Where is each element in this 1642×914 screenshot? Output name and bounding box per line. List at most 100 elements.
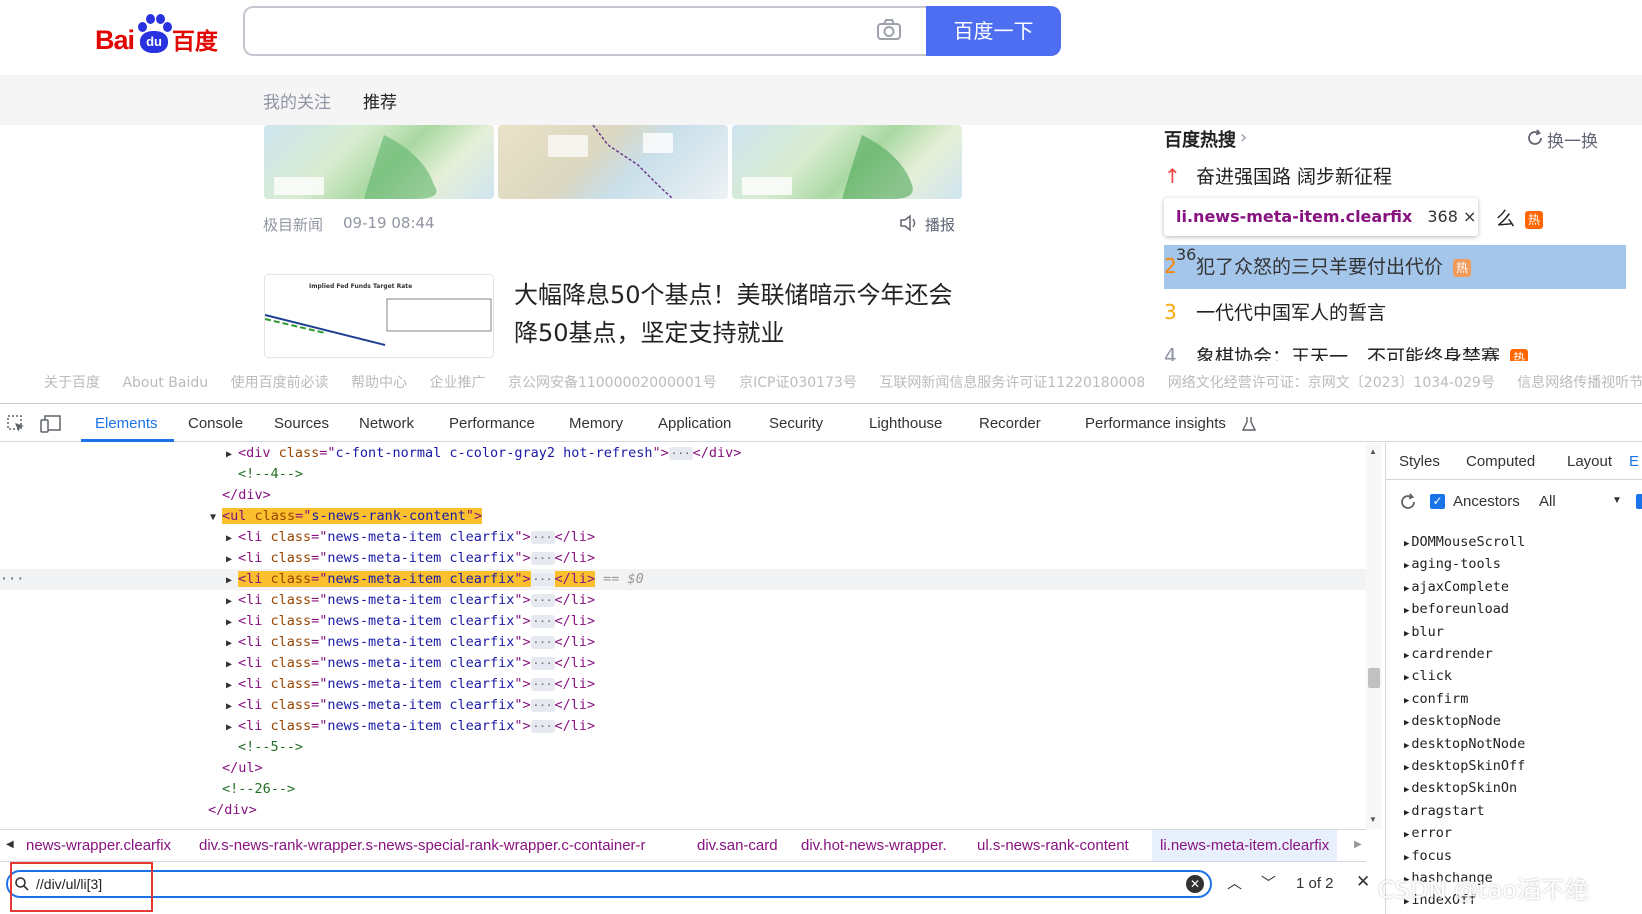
footer-link[interactable]: 使用百度前必读	[231, 375, 329, 391]
scroll-down-arrow-icon[interactable]: ▼	[1369, 815, 1377, 824]
clear-search-icon[interactable]: ✕	[1186, 875, 1204, 893]
expand-arrow-icon[interactable]: ▶	[1404, 651, 1409, 661]
search-button[interactable]: 百度一下	[926, 6, 1061, 56]
event-listener-item[interactable]: ▶ beforeunload	[1404, 601, 1509, 617]
find-input[interactable]: //div/ul/li[3] ✕	[6, 870, 1212, 898]
footer-link[interactable]: 京ICP证030173号	[739, 375, 857, 391]
expand-arrow-icon[interactable]: ▶	[1404, 741, 1409, 751]
baidu-logo[interactable]: Bai du 百度	[95, 8, 218, 54]
framework-listeners-checkbox[interactable]	[1636, 494, 1642, 509]
footer-link[interactable]: 帮助中心	[351, 375, 407, 391]
tab-network[interactable]: Network	[359, 415, 414, 432]
event-listener-item[interactable]: ▶ aging-tools	[1404, 556, 1501, 572]
hot-search-title[interactable]: 百度热搜	[1164, 126, 1236, 152]
tab-memory[interactable]: Memory	[569, 415, 623, 432]
tab-lighthouse[interactable]: Lighthouse	[869, 415, 942, 432]
dom-comment[interactable]: <!--5-->	[238, 737, 303, 758]
close-find-icon[interactable]: ✕	[1356, 872, 1370, 892]
footer-link[interactable]: 京公网安备11000002000001号	[508, 375, 717, 391]
news-headline[interactable]: 大幅降息50个基点！美联储暗示今年还会降50基点，坚定支持就业	[514, 276, 954, 352]
expand-arrow-icon[interactable]: ▶	[1404, 763, 1409, 773]
tab-recommended[interactable]: 推荐	[363, 88, 397, 113]
news-thumbnail-weather-map-2[interactable]	[732, 125, 962, 199]
breadcrumb-item[interactable]: div.san-card	[697, 837, 778, 854]
event-listener-item[interactable]: ▶ error	[1404, 825, 1452, 841]
dom-close-tag[interactable]: </ul>	[222, 758, 263, 779]
expand-arrow-icon[interactable]: ▶	[1404, 785, 1409, 795]
hot-item-2-highlighted[interactable]: 2 犯了众怒的三只羊要付出代价热	[1164, 245, 1626, 289]
refresh-icon[interactable]	[1526, 129, 1544, 147]
breadcrumb-item-active[interactable]: li.news-meta-item.clearfix	[1152, 830, 1338, 861]
inspect-element-icon[interactable]	[6, 414, 26, 434]
expand-arrow-icon[interactable]: ▶	[1404, 830, 1409, 840]
collapse-arrow-icon[interactable]: ▼	[210, 507, 222, 528]
chevron-down-icon[interactable]: ▼	[1612, 495, 1622, 506]
expand-arrow-icon[interactable]: ▶	[1404, 629, 1409, 639]
dom-node-li[interactable]: ▶ <li class="news-meta-item clearfix"> ···…	[226, 632, 595, 653]
footer-link[interactable]: 企业推广	[430, 375, 486, 391]
event-listener-item[interactable]: ▶ desktopSkinOn	[1404, 780, 1517, 796]
device-toolbar-icon[interactable]	[40, 414, 62, 434]
news-source[interactable]: 极目新闻	[263, 214, 323, 235]
tab-elements[interactable]: Elements	[95, 415, 158, 432]
expand-arrow-icon[interactable]: ▶	[1404, 808, 1409, 818]
hot-item-pinned[interactable]: ↑ 奋进强国路 阔步新征程	[1164, 155, 1626, 197]
tab-computed[interactable]: Computed	[1466, 453, 1535, 470]
breadcrumb-item[interactable]: div.hot-news-wrapper.	[801, 837, 947, 854]
tab-performance-insights[interactable]: Performance insights	[1085, 415, 1226, 432]
dom-comment[interactable]: <!--4-->	[238, 464, 303, 485]
speaker-icon[interactable]	[899, 214, 919, 232]
dom-close-tag[interactable]: </div>	[208, 800, 257, 821]
dom-node-li[interactable]: ▶ <li class="news-meta-item clearfix"> ···…	[226, 611, 595, 632]
event-listener-item[interactable]: ▶ focus	[1404, 848, 1452, 864]
footer-link[interactable]: 互联网新闻信息服务许可证11220180008	[879, 375, 1145, 391]
breadcrumb-scroll-right-icon[interactable]: ▶	[1354, 839, 1362, 850]
dom-node-li[interactable]: ▶ <li class="news-meta-item clearfix"> ···…	[226, 653, 595, 674]
tab-event-listeners[interactable]: E	[1629, 453, 1639, 470]
dom-node-li[interactable]: ▶ <li class="news-meta-item clearfix"> ···…	[226, 716, 595, 737]
tab-my-follow[interactable]: 我的关注	[263, 88, 331, 113]
scroll-up-arrow-icon[interactable]: ▲	[1369, 447, 1377, 456]
footer-link[interactable]: 网络文化经营许可证：京网文〔2023〕1034-029号	[1168, 375, 1495, 391]
refresh-button[interactable]: 换一换	[1547, 127, 1598, 152]
dom-node-li[interactable]: ▶ <li class="news-meta-item clearfix"> ···…	[226, 590, 595, 611]
refresh-icon[interactable]	[1399, 493, 1417, 511]
dom-close-tag[interactable]: </div>	[222, 485, 271, 506]
hot-item-4[interactable]: 4 象棋协会：王天一 不可能终身禁赛热	[1164, 339, 1626, 361]
camera-icon[interactable]	[876, 18, 902, 42]
event-listener-item[interactable]: ▶ ajaxComplete	[1404, 579, 1509, 595]
event-listener-item[interactable]: ▶ blur	[1404, 624, 1444, 640]
expand-arrow-icon[interactable]: ▶	[1404, 853, 1409, 863]
expand-arrow-icon[interactable]: ▶	[1404, 584, 1409, 594]
dom-node[interactable]: ▶ <div class="c-font-normal c-color-gray2…	[226, 443, 741, 464]
news-thumbnail-fed-chart[interactable]: Implied Fed Funds Target Rate	[264, 274, 494, 358]
tab-security[interactable]: Security	[769, 415, 823, 432]
breadcrumb-item[interactable]: div.s-news-rank-wrapper.s-news-special-r…	[199, 837, 646, 854]
ancestors-filter-select[interactable]: All	[1539, 493, 1556, 510]
dom-node-ul[interactable]: ▼ <ul class="s-news-rank-content">	[210, 506, 483, 528]
expand-arrow-icon[interactable]: ▶	[1404, 606, 1409, 616]
ellipsis-icon[interactable]: ···	[668, 447, 693, 460]
dom-comment[interactable]: <!--26-->	[222, 779, 295, 800]
footer-link[interactable]: 信息网络传播视听节	[1517, 375, 1642, 391]
find-next-icon[interactable]: ﹀	[1261, 872, 1276, 893]
expand-arrow-icon[interactable]: ▶	[1404, 561, 1409, 571]
event-listener-item[interactable]: ▶ desktopNotNode	[1404, 736, 1525, 752]
event-listener-item[interactable]: ▶ click	[1404, 668, 1452, 684]
tab-layout[interactable]: Layout	[1567, 453, 1612, 470]
news-thumbnail-typhoon-track[interactable]	[498, 125, 728, 199]
expand-arrow-icon[interactable]: ▶	[1404, 696, 1409, 706]
hot-item-3[interactable]: 3 一代代中国军人的誓言	[1164, 291, 1626, 333]
tab-console[interactable]: Console	[188, 415, 243, 432]
expand-arrow-icon[interactable]: ▶	[226, 444, 238, 465]
event-listener-item[interactable]: ▶ cardrender	[1404, 646, 1493, 662]
read-aloud-button[interactable]: 播报	[925, 214, 955, 235]
dom-node-li[interactable]: ▶ <li class="news-meta-item clearfix"> ···…	[226, 527, 595, 548]
tab-performance[interactable]: Performance	[449, 415, 535, 432]
dom-tree-scrollbar[interactable]: ▲ ▼	[1366, 443, 1382, 829]
find-previous-icon[interactable]: ︿	[1227, 872, 1242, 893]
scrollbar-thumb[interactable]	[1368, 668, 1380, 688]
event-listener-item[interactable]: ▶ dragstart	[1404, 803, 1485, 819]
expand-arrow-icon[interactable]: ▶	[1404, 673, 1409, 683]
expand-arrow-icon[interactable]: ▶	[1404, 718, 1409, 728]
